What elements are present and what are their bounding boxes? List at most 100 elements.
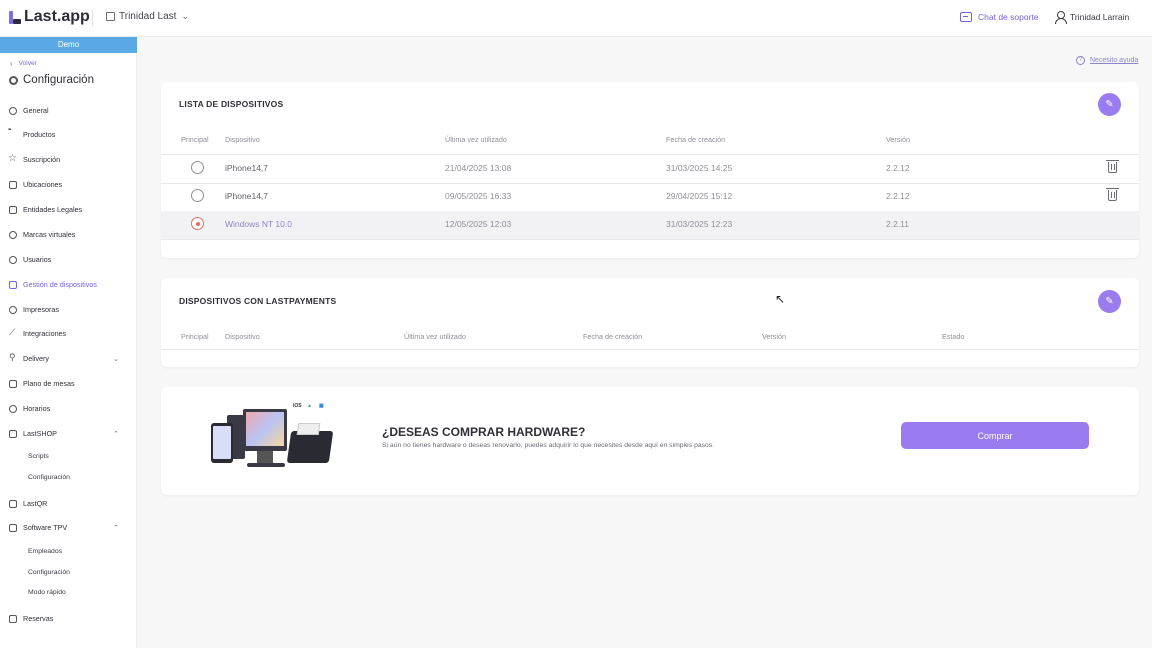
table-icon — [9, 379, 17, 388]
chevron-left-icon: ‹ — [10, 59, 13, 68]
trash-icon[interactable] — [1106, 188, 1119, 201]
monitor-icon — [9, 523, 17, 532]
sidebar-item-usuarios[interactable]: Usuarios — [9, 255, 125, 264]
sidebar-item-general[interactable]: General — [9, 106, 125, 115]
sidebar-item-suscripcion[interactable]: Suscripción — [8, 153, 125, 165]
sidebar-item-entidades-legales[interactable]: Entidades Legales — [9, 205, 125, 214]
sidebar-item-label: LastSHOP — [23, 429, 57, 438]
sidebar-item-lastshop[interactable]: LastSHOP ⌃ — [9, 429, 125, 438]
last-used: 21/04/2025 13:08 — [445, 163, 512, 173]
column-header: Dispositivo — [225, 332, 260, 341]
sidebar-item-impresoras[interactable]: Impresoras — [9, 305, 125, 314]
edit-link-button[interactable] — [1098, 93, 1121, 116]
column-header: Última vez utilizado — [404, 332, 466, 341]
version: 2.2.11 — [886, 219, 910, 229]
sidebar-item-integraciones[interactable]: Integraciones — [9, 327, 125, 339]
column-header: Última vez utilizado — [445, 135, 507, 144]
column-header: Principal — [181, 135, 209, 144]
grid-icon — [8, 127, 17, 139]
chevron-down-icon: ⌄ — [181, 11, 189, 21]
gear-icon — [9, 106, 17, 115]
divider — [92, 10, 93, 26]
brand-icon — [9, 230, 17, 239]
edit-link-button[interactable] — [1098, 290, 1121, 313]
trash-icon[interactable] — [1106, 160, 1119, 173]
principal-radio[interactable] — [191, 189, 204, 202]
sidebar-item-reservas[interactable]: Reservas — [9, 614, 125, 623]
device-name: Windows NT 10.0 — [225, 219, 292, 229]
chevron-down-icon[interactable]: ⌄ — [113, 355, 119, 363]
shop-icon — [9, 429, 17, 438]
sidebar-item-delivery[interactable]: Delivery ⌄ — [9, 352, 125, 364]
user-menu[interactable]: Trinidad Larrain — [1055, 11, 1129, 24]
mouse-cursor-icon: ↖ — [775, 292, 786, 306]
sidebar-item-lastqr[interactable]: LastQR — [9, 499, 125, 508]
app-logo[interactable]: Last.app — [9, 8, 90, 26]
chevron-up-icon[interactable]: ⌃ — [113, 430, 119, 438]
sidebar-item-gestion-dispositivos[interactable]: Gestión de dispositivos — [9, 280, 125, 289]
sidebar-item-label: Reservas — [23, 614, 54, 623]
sidebar-subitem-tpv-config[interactable]: Configuración — [28, 569, 70, 576]
promo-title: ¿DESEAS COMPRAR HARDWARE? — [382, 425, 586, 439]
card-title: LISTA DE DISPOSITIVOS — [179, 99, 284, 109]
device-name: iPhone14,7 — [225, 163, 269, 173]
support-chat-link[interactable]: Chat de soporte — [960, 12, 1038, 22]
created-date: 29/04/2025 15:12 — [666, 191, 733, 201]
table-row[interactable]: iPhone14,7 09/05/2025 16:33 29/04/2025 1… — [161, 183, 1139, 211]
sidebar-item-label: Marcas virtuales — [23, 230, 76, 239]
user-icon — [1055, 11, 1067, 24]
column-header: Versión — [886, 135, 910, 144]
sidebar-item-label: Impresoras — [23, 305, 59, 314]
help-link[interactable]: ? Necesito ayuda — [1076, 56, 1138, 65]
sidebar: Demo ‹ Volver Configuración General Prod… — [0, 37, 137, 648]
sidebar-item-software-tpv[interactable]: Software TPV ⌃ — [9, 523, 125, 532]
sidebar-item-label: Plano de mesas — [23, 379, 75, 388]
promo-description: Si aún no tienes hardware o deseas renov… — [382, 442, 715, 449]
sidebar-subitem-empleados[interactable]: Empleados — [28, 548, 62, 555]
divider — [161, 239, 1139, 240]
last-used: 09/05/2025 16:33 — [445, 191, 512, 201]
android-icon: ▲ — [307, 403, 312, 409]
windows-icon: ▦ — [319, 403, 324, 409]
buy-hardware-button[interactable]: Comprar — [901, 422, 1089, 449]
store-selector[interactable]: Trinidad Last ⌄ — [106, 11, 189, 22]
gear-icon — [9, 75, 18, 85]
sidebar-item-productos[interactable]: Productos — [8, 127, 125, 140]
column-header: Fecha de creación — [583, 332, 643, 341]
help-label: Necesito ayuda — [1090, 57, 1139, 64]
table-row[interactable]: iPhone14,7 21/04/2025 13:08 31/03/2025 1… — [161, 155, 1139, 183]
back-link[interactable]: ‹ Volver — [10, 59, 37, 68]
sidebar-item-horarios[interactable]: Horarios — [9, 404, 125, 413]
plug-icon — [9, 327, 17, 338]
created-date: 31/03/2025 14:25 — [666, 163, 733, 173]
sidebar-item-label: Gestión de dispositivos — [23, 280, 97, 289]
sidebar-item-label: Suscripción — [23, 155, 61, 164]
chevron-up-icon[interactable]: ⌃ — [113, 524, 119, 532]
principal-radio[interactable] — [191, 161, 204, 174]
device-icon — [9, 280, 17, 289]
column-header: Fecha de creación — [666, 135, 726, 144]
question-icon: ? — [1076, 56, 1085, 65]
building-icon — [106, 12, 115, 21]
sidebar-item-label: Ubicaciones — [23, 180, 63, 189]
table-row[interactable]: Windows NT 10.0 12/05/2025 12:03 31/03/2… — [161, 211, 1139, 239]
sidebar-subitem-modo-rapido[interactable]: Modo rápido — [28, 589, 66, 596]
sidebar-title: Configuración — [9, 74, 94, 86]
sidebar-item-ubicaciones[interactable]: Ubicaciones — [9, 180, 125, 189]
device-name: iPhone14,7 — [225, 191, 269, 201]
printer-icon — [9, 305, 17, 314]
sidebar-item-label: Software TPV — [23, 523, 68, 532]
sidebar-subitem-lastshop-config[interactable]: Configuración — [28, 474, 70, 481]
sidebar-item-plano-mesas[interactable]: Plano de mesas — [9, 379, 125, 388]
logo-text: Last.app — [24, 8, 90, 25]
card-title: DISPOSITIVOS CON LASTPAYMENTS — [179, 296, 337, 306]
sidebar-item-label: Delivery — [23, 354, 49, 363]
sidebar-item-label: General — [23, 106, 49, 115]
device-list-card: LISTA DE DISPOSITIVOS Principal Disposit… — [161, 82, 1139, 258]
sidebar-subitem-scripts[interactable]: Scripts — [28, 453, 49, 460]
column-header: Versión — [762, 332, 786, 341]
sidebar-item-marcas-virtuales[interactable]: Marcas virtuales — [9, 230, 125, 239]
chat-icon — [960, 12, 972, 22]
sidebar-item-label: Productos — [23, 130, 56, 139]
principal-radio-selected[interactable] — [191, 217, 204, 230]
